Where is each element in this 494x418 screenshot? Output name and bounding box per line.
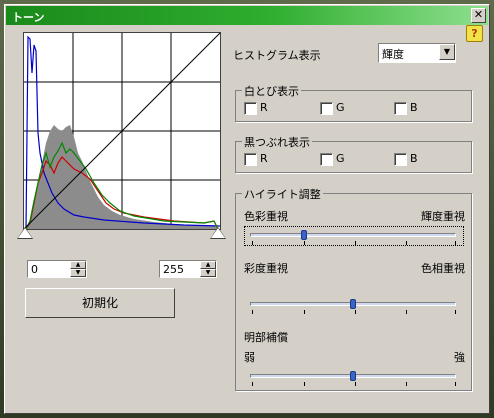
help-icon[interactable]: ?	[466, 25, 483, 42]
tone-dialog: トーン ✕ ? 0 ▲ ▼ 255 ▲ ▼ 初期化 ヒストグラム表示 輝度 ▼ …	[4, 4, 490, 414]
histogram-chart	[23, 32, 221, 230]
white-b-label: B	[410, 101, 418, 114]
slider1-tick	[406, 241, 407, 245]
black-point-value[interactable]: 0	[31, 263, 38, 276]
white-clipping-group: 白とび表示 R G B	[235, 83, 472, 122]
slider1-tick	[455, 241, 456, 245]
histogram-panel[interactable]	[23, 32, 221, 230]
window-title: トーン	[12, 11, 45, 24]
histogram-display-label: ヒストグラム表示	[233, 49, 321, 62]
slider1-tick	[355, 241, 356, 245]
slider1-track[interactable]	[250, 233, 456, 237]
slider1-tick	[304, 241, 305, 245]
white-g-checkbox[interactable]	[320, 102, 333, 115]
black-r-checkbox[interactable]	[244, 153, 257, 166]
black-point-spinbox[interactable]: 0 ▲ ▼	[27, 260, 87, 278]
spin-down-button[interactable]: ▼	[200, 269, 216, 277]
white-point-value[interactable]: 255	[163, 263, 184, 276]
reset-button[interactable]: 初期化	[25, 288, 175, 318]
slider3-right-label: 強	[454, 351, 465, 364]
white-clipping-title: 白とび表示	[242, 83, 301, 99]
slider3-tick	[455, 382, 456, 386]
slider2-right-label: 色相重視	[421, 262, 465, 275]
white-g-label: G	[336, 101, 345, 114]
chevron-down-icon[interactable]: ▼	[439, 44, 455, 60]
slider2-tick	[355, 310, 356, 314]
slider1-left-label: 色彩重視	[244, 210, 288, 223]
spin-up-button[interactable]: ▲	[70, 261, 86, 269]
slider3-title: 明部補償	[244, 331, 288, 344]
slider2-tick	[304, 310, 305, 314]
reset-button-label: 初期化	[81, 296, 118, 310]
black-clipping-group: 黒つぶれ表示 R G B	[235, 134, 472, 173]
slider1-tick	[252, 241, 253, 245]
white-point-spinbox[interactable]: 255 ▲ ▼	[159, 260, 217, 278]
histogram-display-value: 輝度	[382, 48, 404, 61]
spin-down-button[interactable]: ▼	[70, 269, 86, 277]
highlight-adjust-group: ハイライト調整 色彩重視 輝度重視 彩度重視 色相重視 明部補償 弱 強	[235, 186, 472, 391]
black-point-handle[interactable]	[18, 228, 32, 238]
slider3-tick	[406, 382, 407, 386]
black-g-checkbox[interactable]	[320, 153, 333, 166]
spin-up-button[interactable]: ▲	[200, 261, 216, 269]
white-r-label: R	[260, 101, 268, 114]
white-r-checkbox[interactable]	[244, 102, 257, 115]
black-b-label: B	[410, 152, 418, 165]
highlight-adjust-title: ハイライト調整	[242, 186, 323, 202]
slider3-tick	[304, 382, 305, 386]
slider2-tick	[455, 310, 456, 314]
black-r-label: R	[260, 152, 268, 165]
slider2-tick	[252, 310, 253, 314]
slider3-tick	[355, 382, 356, 386]
black-b-checkbox[interactable]	[394, 153, 407, 166]
slider2-thumb[interactable]	[350, 299, 356, 309]
slider2-tick	[406, 310, 407, 314]
histogram-display-select[interactable]: 輝度 ▼	[378, 43, 456, 63]
slider3-thumb[interactable]	[350, 371, 356, 381]
slider3-tick	[252, 382, 253, 386]
title-bar[interactable]: トーン ✕	[6, 6, 488, 25]
close-button[interactable]: ✕	[471, 8, 486, 23]
white-b-checkbox[interactable]	[394, 102, 407, 115]
slider1-right-label: 輝度重視	[421, 210, 465, 223]
slider1-thumb[interactable]	[301, 230, 307, 240]
white-point-handle[interactable]	[211, 228, 225, 238]
slider3-left-label: 弱	[244, 351, 255, 364]
slider2-left-label: 彩度重視	[244, 262, 288, 275]
black-clipping-title: 黒つぶれ表示	[242, 134, 312, 150]
black-g-label: G	[336, 152, 345, 165]
